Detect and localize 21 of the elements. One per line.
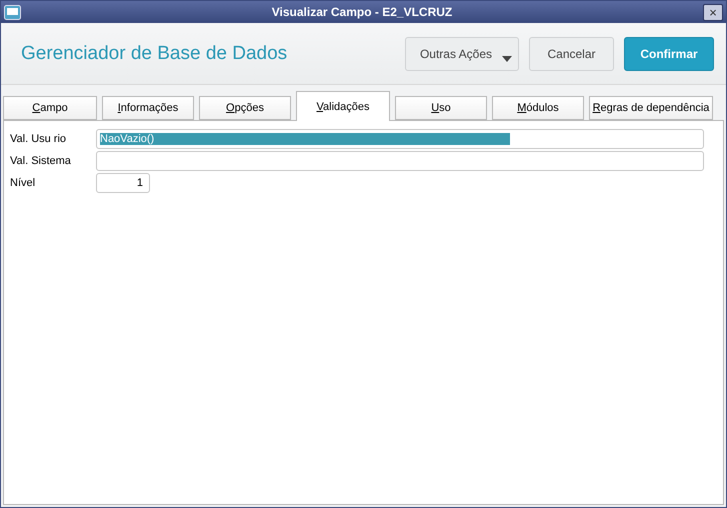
field-label: Nível bbox=[10, 177, 36, 189]
tab[interactable]: Módulos bbox=[492, 96, 584, 120]
input-field[interactable]: 1 bbox=[96, 173, 150, 193]
field-label: Val. Sistema bbox=[10, 155, 72, 167]
action-button[interactable]: Cancelar bbox=[529, 36, 614, 70]
field-value: NaoVazio() bbox=[100, 133, 510, 145]
tab[interactable]: Validações bbox=[296, 91, 390, 121]
tab[interactable]: Informações bbox=[102, 96, 194, 120]
caret-icon bbox=[502, 56, 512, 62]
tab[interactable]: Campo bbox=[3, 96, 97, 120]
app-title: Gerenciador de Base de Dados bbox=[21, 42, 288, 64]
tab[interactable]: Uso bbox=[395, 96, 487, 120]
window-icon bbox=[4, 4, 21, 20]
field-label: Val. Usu rio bbox=[10, 133, 68, 145]
field-value: 1 bbox=[136, 177, 143, 189]
tab[interactable]: Regras de dependência bbox=[589, 96, 713, 120]
input-field[interactable] bbox=[96, 151, 704, 171]
close-button[interactable]: × bbox=[703, 4, 723, 20]
tab[interactable]: Opções bbox=[199, 96, 291, 120]
window-title: Visualizar Campo - E2_VLCRUZ bbox=[270, 5, 454, 19]
menu-button[interactable]: Outras Ações bbox=[405, 36, 519, 70]
